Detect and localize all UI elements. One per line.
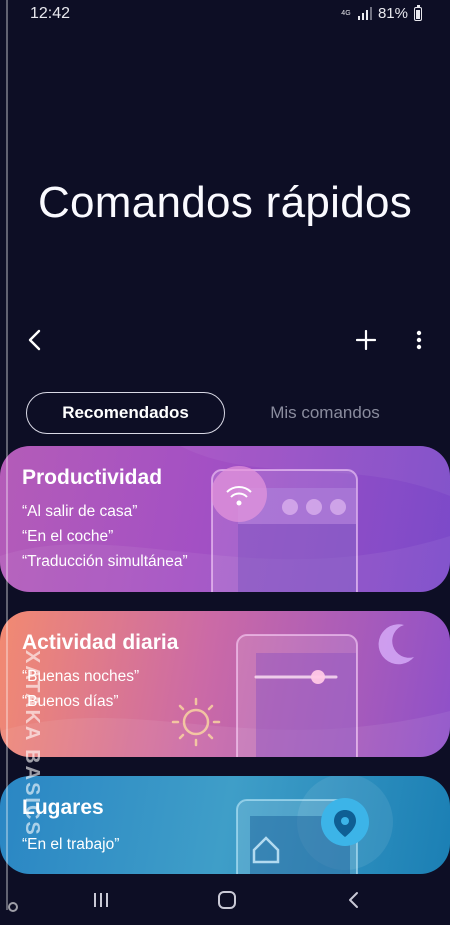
network-type: 4G bbox=[341, 10, 351, 17]
chevron-left-icon bbox=[28, 329, 41, 351]
add-command-button[interactable] bbox=[351, 325, 381, 355]
edge-line bbox=[6, 0, 8, 910]
battery-percent: 81% bbox=[377, 5, 408, 22]
watermark: XATAKA BASICS bbox=[14, 640, 43, 890]
card-title: Actividad diaria bbox=[22, 631, 179, 654]
command-item: “Traducción simultánea” bbox=[22, 553, 188, 570]
battery-icon bbox=[414, 4, 422, 21]
watermark-text: XATAKA BASICS bbox=[21, 650, 43, 837]
card-actividad-diaria[interactable]: Actividad diaria “Buenas noches” “Buenos… bbox=[0, 611, 450, 757]
home-button[interactable] bbox=[212, 887, 242, 913]
home-icon bbox=[218, 891, 236, 909]
back-icon bbox=[349, 892, 358, 908]
command-item: “Al salir de casa” bbox=[22, 503, 138, 520]
status-indicators: 4G 81% bbox=[340, 4, 422, 22]
status-bar: 12:42 4G 81% bbox=[0, 0, 450, 30]
tab-mis-comandos[interactable]: Mis comandos bbox=[230, 392, 420, 434]
more-vertical-icon bbox=[416, 330, 422, 350]
navigation-bar bbox=[0, 875, 450, 925]
more-options-button[interactable] bbox=[404, 325, 434, 355]
back-button[interactable] bbox=[20, 325, 50, 355]
page-title: Comandos rápidos bbox=[37, 178, 413, 227]
nav-back-button[interactable] bbox=[338, 887, 368, 913]
plus-icon bbox=[356, 330, 376, 350]
recents-button[interactable] bbox=[86, 887, 116, 913]
signal-icon bbox=[357, 7, 372, 20]
card-productividad[interactable]: Productividad “Al salir de casa” “En el … bbox=[0, 446, 450, 592]
card-title: Productividad bbox=[22, 466, 163, 489]
tab-recomendados[interactable]: Recomendados bbox=[26, 392, 225, 434]
lugares-illustration bbox=[236, 776, 393, 874]
status-time: 12:42 bbox=[30, 5, 71, 22]
command-item: “En el coche” bbox=[22, 528, 114, 545]
recents-icon bbox=[94, 893, 108, 907]
card-lugares[interactable]: Lugares “En el trabajo” bbox=[0, 776, 450, 874]
